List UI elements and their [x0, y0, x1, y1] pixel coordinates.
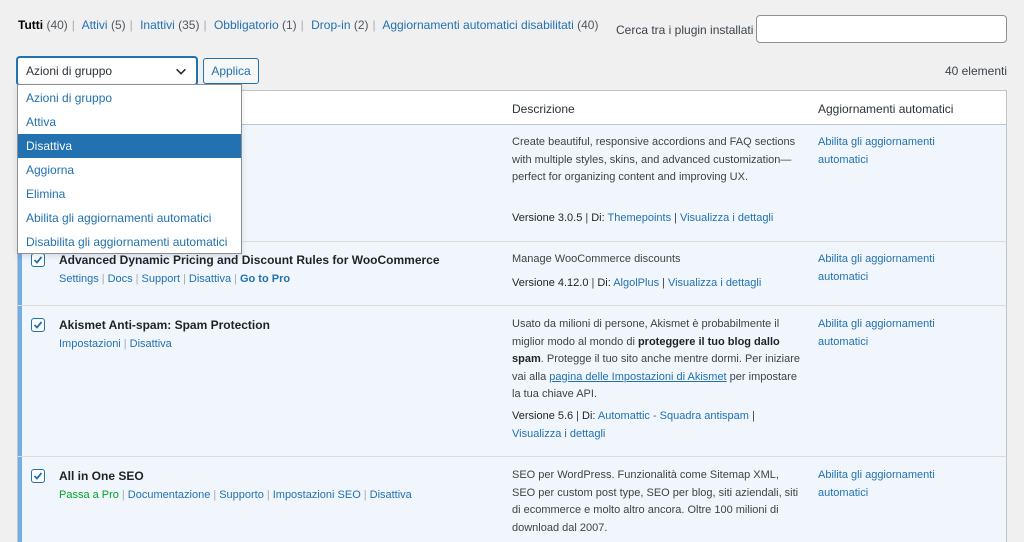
- option-enable-auto-updates[interactable]: Abilita gli aggiornamenti automatici: [18, 206, 241, 230]
- settings-link[interactable]: Impostazioni: [59, 338, 121, 350]
- plugin-actions: Impostazioni | Disattiva: [59, 338, 172, 350]
- filter-dropins[interactable]: Drop-in: [311, 18, 350, 32]
- chevron-down-icon: [176, 68, 186, 75]
- go-to-pro-link[interactable]: Go to Pro: [240, 273, 290, 285]
- plugin-description: Create beautiful, responsive accordions …: [512, 136, 796, 183]
- plugin-meta: Versione 3.0.5 | Di: Themepoints | Visualizz…: [512, 212, 774, 224]
- view-details-link[interactable]: Visualizza i dettagli: [512, 428, 605, 440]
- bulk-actions-select[interactable]: Azioni di gruppo: [17, 57, 197, 85]
- plugin-checkbox[interactable]: [31, 318, 45, 332]
- documentation-link[interactable]: Documentazione: [128, 489, 211, 501]
- deactivate-link[interactable]: Disattiva: [370, 489, 412, 501]
- plugin-description: SEO per WordPress. Funzionalità come Sit…: [512, 469, 799, 534]
- plugin-description: Manage WooCommerce discounts: [512, 253, 681, 265]
- table-row: Akismet Anti-spam: Spam Protection Impos…: [18, 306, 1006, 457]
- option-bulk-actions[interactable]: Azioni di gruppo: [18, 86, 241, 110]
- apply-button[interactable]: Applica: [203, 58, 259, 84]
- search-plugins-input[interactable]: [756, 15, 1007, 43]
- filter-mustuse[interactable]: Obbligatorio: [214, 18, 279, 32]
- filter-inactive[interactable]: Inattivi: [140, 18, 175, 32]
- author-link[interactable]: Automattic - Squadra antispam: [598, 410, 749, 422]
- plugin-actions: Settings | Docs | Support | Disattiva | Go to Pr…: [59, 273, 291, 285]
- plugin-meta: Versione 5.6 | Di: Automattic - Squadra an…: [512, 410, 755, 440]
- plugin-name: All in One SEO: [59, 469, 144, 483]
- table-row: All in One SEO Passa a Pro | Documentazion…: [18, 457, 1006, 542]
- upgrade-to-pro-link[interactable]: Passa a Pro: [59, 489, 119, 501]
- status-filter-links: Tutti (40) | Attivi (5) | Inattivi (35) | O…: [18, 18, 599, 32]
- view-details-link[interactable]: Visualizza i dettagli: [668, 277, 761, 289]
- enable-auto-updates-link[interactable]: Abilita gli aggiornamenti automatici: [818, 316, 968, 351]
- enable-auto-updates-link[interactable]: Abilita gli aggiornamenti automatici: [818, 467, 968, 502]
- plugin-checkbox[interactable]: [31, 469, 45, 483]
- plugin-checkbox[interactable]: [31, 253, 45, 267]
- option-activate[interactable]: Attiva: [18, 110, 241, 134]
- settings-link[interactable]: Settings: [59, 273, 99, 285]
- bulk-actions-selected: Azioni di gruppo: [26, 64, 113, 78]
- bulk-actions-dropdown: Azioni di gruppo Attiva Disattiva Aggior…: [17, 84, 242, 254]
- akismet-settings-link[interactable]: pagina delle Impostazioni di Akismet: [549, 371, 726, 383]
- deactivate-link[interactable]: Disattiva: [189, 273, 231, 285]
- deactivate-link[interactable]: Disattiva: [130, 338, 172, 350]
- search-label: Cerca tra i plugin installati: [616, 23, 754, 37]
- filter-all[interactable]: Tutti (40): [18, 18, 68, 32]
- option-disable-auto-updates[interactable]: Disabilita gli aggiornamenti automatici: [18, 230, 241, 254]
- support-link[interactable]: Support: [142, 273, 181, 285]
- header-auto-updates: Aggiornamenti automatici: [818, 102, 954, 116]
- item-count: 40 elementi: [944, 64, 1007, 78]
- plugin-name: Advanced Dynamic Pricing and Discount Ru…: [59, 253, 440, 267]
- filter-active[interactable]: Attivi: [82, 18, 108, 32]
- support-link[interactable]: Supporto: [219, 489, 264, 501]
- seo-settings-link[interactable]: Impostazioni SEO: [273, 489, 361, 501]
- checkmark-icon: [33, 321, 43, 329]
- plugin-name: Akismet Anti-spam: Spam Protection: [59, 318, 270, 332]
- checkmark-icon: [33, 472, 43, 480]
- option-delete[interactable]: Elimina: [18, 182, 241, 206]
- plugin-actions: Passa a Pro | Documentazione | Supporto | Impo…: [59, 489, 412, 501]
- option-deactivate[interactable]: Disattiva: [18, 134, 241, 158]
- plugin-description: Usato da milioni di persone, Akismet è p…: [512, 318, 800, 400]
- author-link[interactable]: Themepoints: [608, 212, 672, 224]
- docs-link[interactable]: Docs: [108, 273, 133, 285]
- checkmark-icon: [33, 256, 43, 264]
- filter-auto-updates-disabled[interactable]: Aggiornamenti automatici disabilitati: [382, 18, 573, 32]
- enable-auto-updates-link[interactable]: Abilita gli aggiornamenti automatici: [818, 251, 968, 286]
- author-link[interactable]: AlgolPlus: [613, 277, 659, 289]
- enable-auto-updates-link[interactable]: Abilita gli aggiornamenti automatici: [818, 134, 968, 169]
- header-description: Descrizione: [512, 102, 575, 116]
- option-update[interactable]: Aggiorna: [18, 158, 241, 182]
- plugin-meta: Versione 4.12.0 | Di: AlgolPlus | Visualizza…: [512, 277, 762, 289]
- view-details-link[interactable]: Visualizza i dettagli: [680, 212, 773, 224]
